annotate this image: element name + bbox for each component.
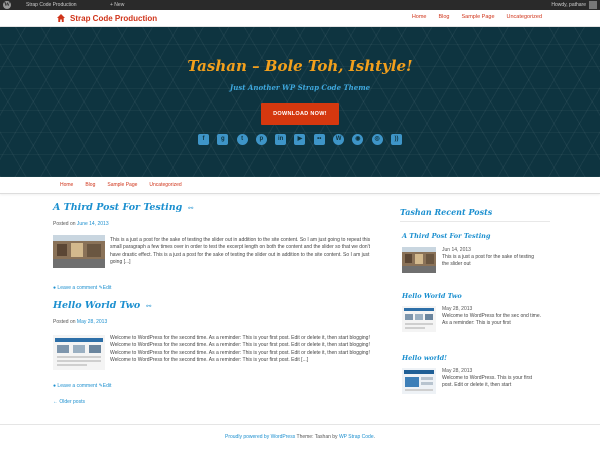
admin-site-name[interactable]: Strap Code Production [26, 2, 77, 8]
recent-post-date: May 28, 2013 [442, 306, 473, 312]
post-meta: ● Leave a comment ✎Edit [53, 285, 111, 291]
post-title-row: Hello World Two ⚯ [53, 300, 151, 311]
divider [400, 221, 550, 222]
comment-icon: ● [53, 285, 57, 291]
pinterest-icon[interactable]: p [255, 134, 267, 145]
permalink-icon[interactable]: ⚯ [146, 304, 151, 310]
post-date-line: Posted on May 28, 2013 [53, 319, 107, 325]
post-meta: ● Leave a comment ✎Edit [53, 383, 111, 389]
recent-post-date: May 28, 2013 [442, 368, 473, 374]
post-thumbnail[interactable] [53, 335, 105, 370]
menu-uncategorized[interactable]: Uncategorized [149, 182, 181, 188]
site-title[interactable]: Tashan – Bole Toh, Ishtyle! [0, 57, 600, 75]
widget-title: Tashan Recent Posts [400, 207, 493, 217]
google-plus-icon[interactable]: g [217, 134, 229, 145]
home-icon[interactable] [56, 13, 66, 23]
top-menu-uncategorized[interactable]: Uncategorized [507, 14, 542, 20]
older-posts-link[interactable]: ← Older posts [53, 399, 85, 405]
post-date[interactable]: June 14, 2013 [77, 221, 109, 227]
leave-comment-link[interactable]: Leave a comment [57, 383, 97, 389]
edit-link[interactable]: Edit [103, 285, 112, 291]
top-menu-sample-page[interactable]: Sample Page [462, 14, 495, 20]
github-icon[interactable]: ◉ [352, 134, 364, 145]
dribbble-icon[interactable]: ◎ [371, 134, 383, 145]
recent-post-thumbnail[interactable] [402, 247, 436, 273]
recent-post-title[interactable]: Hello World Two [402, 292, 462, 300]
site-tagline: Just Another WP Strap Code Theme [229, 83, 371, 92]
post-thumbnail[interactable] [53, 235, 105, 268]
recent-post-thumbnail[interactable] [402, 306, 436, 332]
menu-home[interactable]: Home [60, 182, 73, 188]
recent-post-date: Jun 14, 2013 [442, 247, 471, 253]
comment-icon: ● [53, 383, 57, 389]
recent-post-title[interactable]: A Third Post For Testing [402, 232, 490, 240]
wordpress-logo-icon[interactable]: W [3, 1, 11, 9]
social-icons: f g t p in ▶ •• W ◉ ◎ )) [198, 134, 402, 146]
facebook-icon[interactable]: f [198, 134, 209, 145]
recent-post-excerpt: Welcome to WordPress. This is your first… [442, 375, 533, 389]
avatar[interactable] [589, 1, 597, 9]
post-excerpt: This is a just a post for the sake of te… [110, 237, 371, 266]
twitter-icon[interactable]: t [236, 134, 248, 145]
leave-comment-link[interactable]: Leave a comment [57, 285, 97, 291]
secondary-navbar: Home Blog Sample Page Uncategorized [0, 177, 600, 194]
theme-author-link[interactable]: WP Strap Code [339, 434, 374, 440]
divider [0, 424, 600, 425]
recent-post-title[interactable]: Hello world! [402, 354, 447, 362]
post-excerpt: Welcome to WordPress for the second time… [110, 335, 370, 364]
post-date-line: Posted on June 14, 2013 [53, 221, 109, 227]
admin-new-button[interactable]: + New [110, 2, 124, 8]
top-menu-home[interactable]: Home [412, 14, 427, 20]
download-button[interactable]: DOWNLOAD NOW! [261, 103, 339, 125]
post-title[interactable]: Hello World Two [53, 300, 140, 311]
flickr-icon[interactable]: •• [313, 134, 325, 145]
posted-on-label: Posted on [53, 221, 76, 227]
youtube-icon[interactable]: ▶ [294, 134, 306, 145]
linkedin-icon[interactable]: in [275, 134, 287, 145]
brand-link[interactable]: Strap Code Production [70, 14, 157, 23]
recent-post-excerpt: Welcome to WordPress for the sec ond tim… [442, 313, 542, 327]
powered-by-link[interactable]: Proudly powered by WordPress [225, 434, 295, 440]
edit-link[interactable]: Edit [103, 383, 112, 389]
site-footer: Proudly powered by WordPress Theme: Tash… [0, 434, 600, 440]
theme-credit-text: Theme: Tashan by [295, 434, 339, 440]
posted-on-label: Posted on [53, 319, 76, 325]
permalink-icon[interactable]: ⚯ [188, 206, 193, 212]
rss-icon[interactable]: )) [390, 134, 402, 145]
admin-bar: W Strap Code Production + New Howdy, pat… [0, 0, 600, 10]
site-header: Tashan – Bole Toh, Ishtyle! Just Another… [0, 27, 600, 177]
footer-end: . [373, 434, 375, 440]
secondary-menu: Home Blog Sample Page Uncategorized [60, 182, 194, 188]
top-menu: Home Blog Sample Page Uncategorized [400, 14, 542, 20]
menu-blog[interactable]: Blog [85, 182, 95, 188]
menu-sample-page[interactable]: Sample Page [107, 182, 137, 188]
recent-post-excerpt: This is a just a post for the sake of te… [442, 254, 534, 268]
top-navbar: Strap Code Production Home Blog Sample P… [0, 10, 600, 27]
post-title[interactable]: A Third Post For Testing [53, 202, 182, 213]
post-date[interactable]: May 28, 2013 [77, 319, 107, 325]
admin-howdy[interactable]: Howdy, pathare [551, 2, 586, 8]
post-title-row: A Third Post For Testing ⚯ [53, 202, 193, 213]
top-menu-blog[interactable]: Blog [438, 14, 449, 20]
recent-post-thumbnail[interactable] [402, 368, 436, 394]
wordpress-icon[interactable]: W [333, 134, 345, 145]
